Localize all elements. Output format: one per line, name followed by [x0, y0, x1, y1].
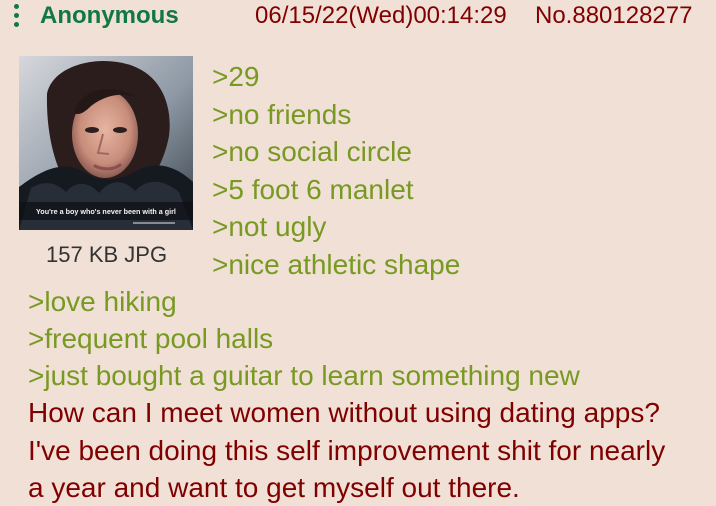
menu-dot: [14, 4, 19, 9]
greentext-line: >nice athletic shape: [212, 249, 461, 280]
greentext-line: >no social circle: [212, 136, 412, 167]
poster-name: Anonymous: [40, 2, 179, 29]
thumbnail-caption: You're a boy who's never been with a gir…: [36, 207, 176, 216]
comment-text-line: How can I meet women without using datin…: [28, 397, 660, 428]
post-datetime: 06/15/22(Wed)00:14:29: [255, 2, 507, 29]
greentext-line: >5 foot 6 manlet: [212, 174, 414, 205]
thumbnail-image: You're a boy who's never been with a gir…: [19, 56, 193, 230]
file-info: 157 KB JPG: [46, 242, 168, 267]
menu-dot: [14, 22, 19, 27]
comment-text-line: a year and want to get myself out there.: [28, 472, 520, 503]
greentext-line: >no friends: [212, 99, 352, 130]
comment-text-line: I've been doing this self improvement sh…: [28, 435, 666, 466]
post-header: Anonymous 06/15/22(Wed)00:14:29 No.88012…: [0, 0, 716, 40]
greentext-line: >not ugly: [212, 211, 327, 242]
post-image-thumbnail[interactable]: You're a boy who's never been with a gir…: [19, 56, 193, 230]
greentext-line: >frequent pool halls: [28, 323, 274, 354]
vertical-ellipsis-icon[interactable]: [10, 3, 24, 29]
post-number-link[interactable]: No.880128277: [535, 2, 692, 30]
menu-dot: [14, 13, 19, 18]
greentext-line: >29: [212, 61, 260, 92]
greentext-line: >just bought a guitar to learn something…: [28, 360, 580, 391]
greentext-line: >love hiking: [28, 286, 177, 317]
post-container: Anonymous 06/15/22(Wed)00:14:29 No.88012…: [0, 0, 716, 506]
